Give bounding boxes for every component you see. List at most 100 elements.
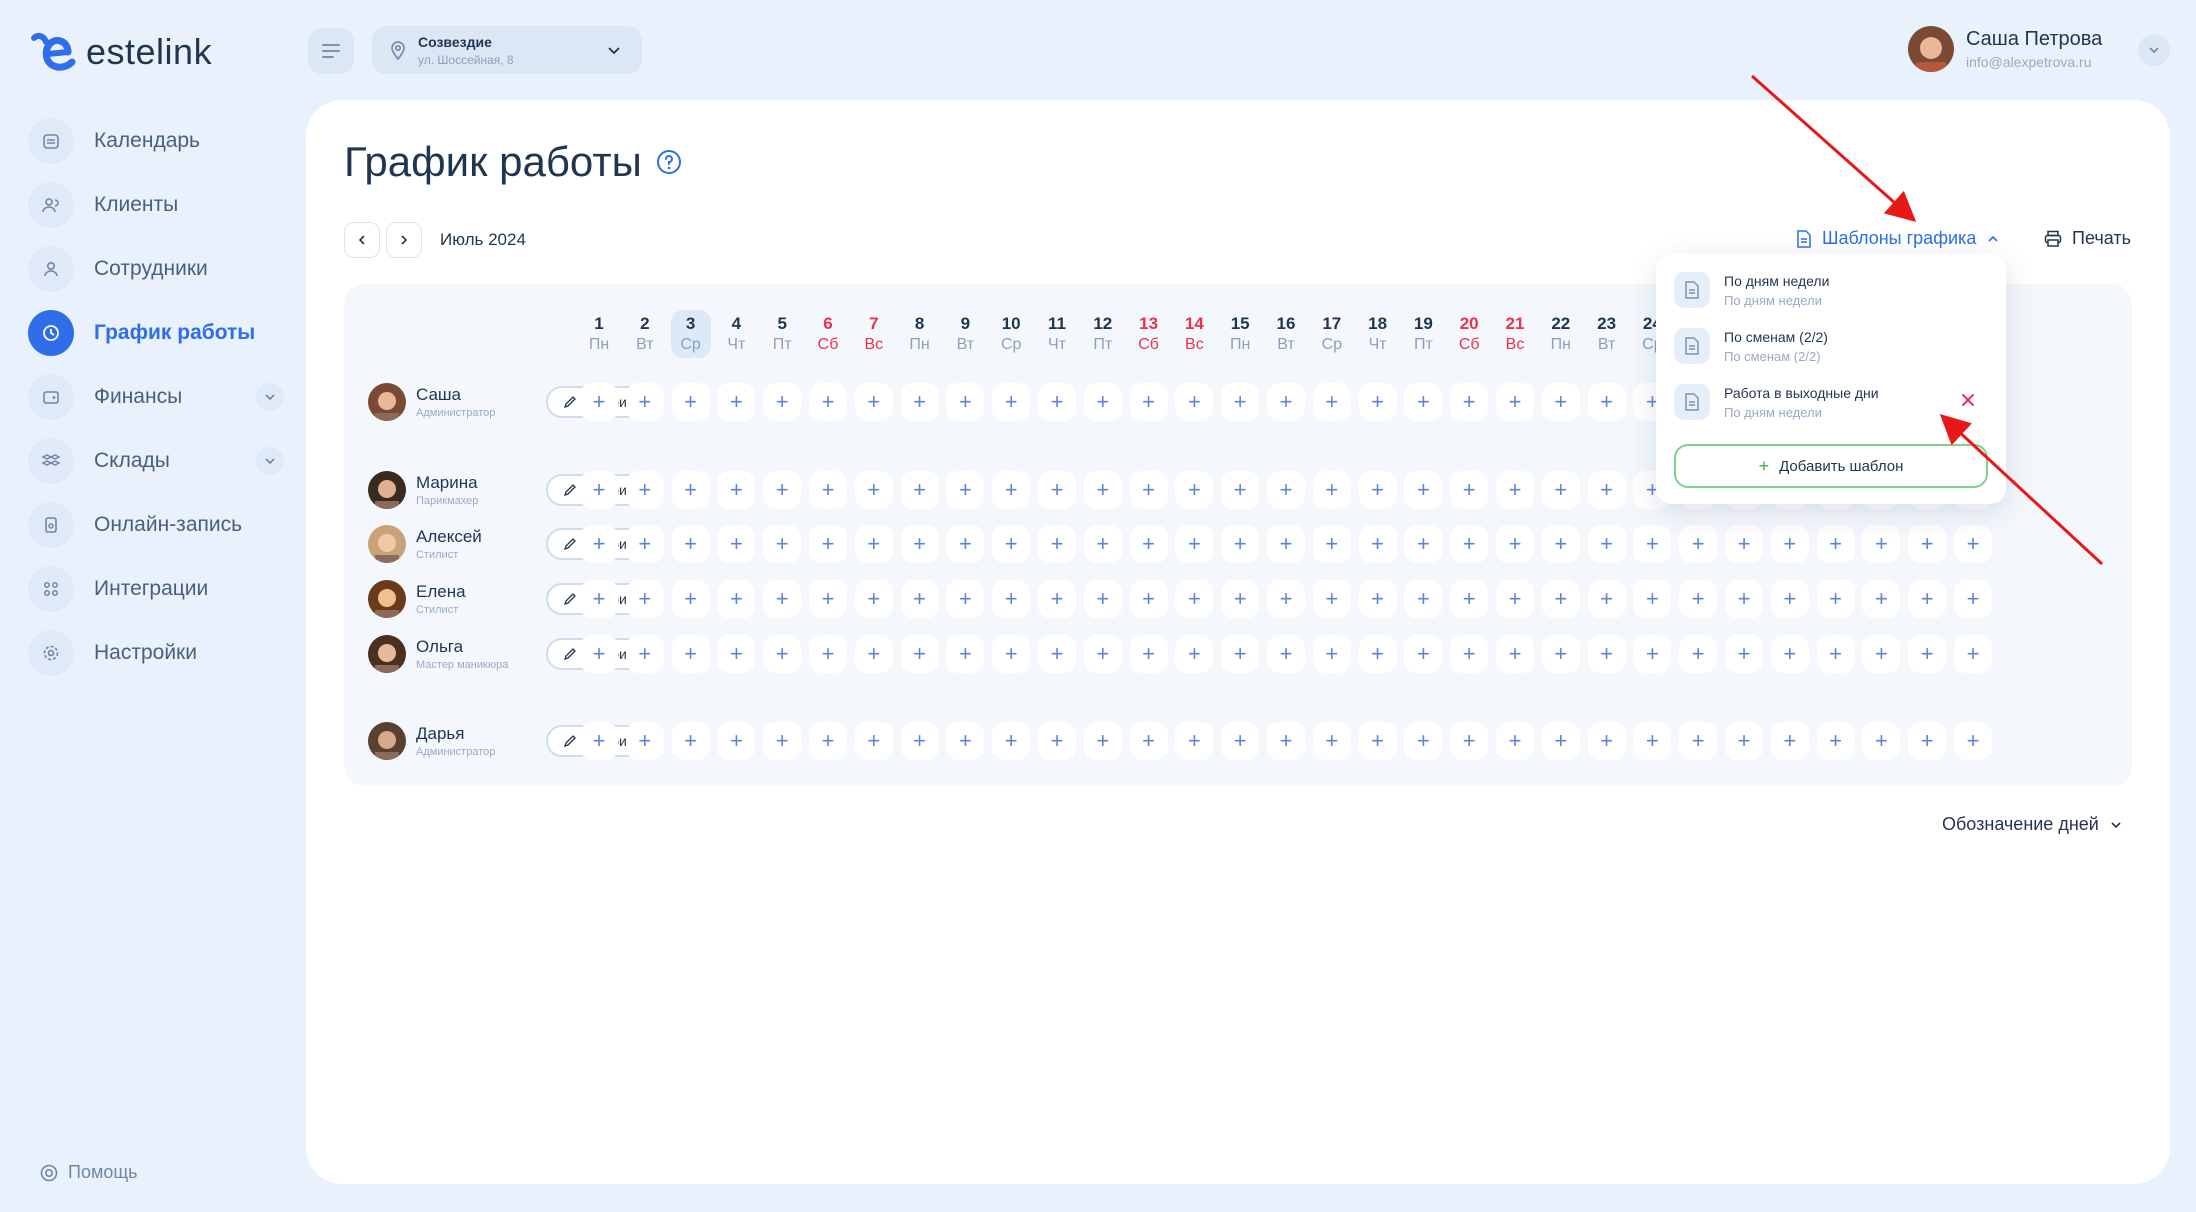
day-cell-add[interactable]: + xyxy=(671,580,710,618)
day-cell-add[interactable]: + xyxy=(1450,471,1489,509)
day-cell-add[interactable]: + xyxy=(1954,635,1992,673)
day-cell-add[interactable]: + xyxy=(1267,525,1305,563)
day-cell-add[interactable]: + xyxy=(1770,580,1809,618)
day-cell-add[interactable]: + xyxy=(900,635,939,673)
day-cell-add[interactable]: + xyxy=(580,580,618,618)
day-cell-add[interactable]: + xyxy=(580,525,618,563)
day-cell-add[interactable]: + xyxy=(717,722,756,760)
day-cell-add[interactable]: + xyxy=(1175,635,1214,673)
day-cell-add[interactable]: + xyxy=(1129,635,1168,673)
day-cell-add[interactable]: + xyxy=(809,471,847,509)
day-cell-add[interactable]: + xyxy=(1175,580,1214,618)
day-cell-add[interactable]: + xyxy=(1358,471,1397,509)
day-cell-add[interactable]: + xyxy=(900,471,939,509)
day-cell-add[interactable]: + xyxy=(1633,525,1672,563)
delete-template-icon[interactable] xyxy=(1960,392,1976,408)
day-cell-add[interactable]: + xyxy=(1129,383,1168,421)
day-cell-add[interactable]: + xyxy=(1221,580,1260,618)
day-cell-add[interactable]: + xyxy=(1541,635,1580,673)
location-select[interactable]: Созвездие ул. Шоссейная, 8 xyxy=(372,26,642,74)
day-cell-add[interactable]: + xyxy=(1038,722,1076,760)
day-cell-add[interactable]: + xyxy=(1404,722,1443,760)
day-cell-add[interactable]: + xyxy=(763,471,802,509)
day-cell-add[interactable]: + xyxy=(992,722,1031,760)
day-cell-add[interactable]: + xyxy=(1954,525,1992,563)
sidebar-item[interactable]: Склады xyxy=(26,436,284,486)
day-cell-add[interactable]: + xyxy=(1496,580,1534,618)
day-cell-add[interactable]: + xyxy=(1908,722,1947,760)
day-cell-add[interactable]: + xyxy=(1175,722,1214,760)
day-cell-add[interactable]: + xyxy=(625,471,664,509)
day-cell-add[interactable]: + xyxy=(671,383,710,421)
day-cell-add[interactable]: + xyxy=(1450,722,1489,760)
day-cell-add[interactable]: + xyxy=(1587,722,1626,760)
day-cell-add[interactable]: + xyxy=(580,383,618,421)
day-cell-add[interactable]: + xyxy=(1954,580,1992,618)
day-cell-add[interactable]: + xyxy=(946,383,985,421)
day-cell-add[interactable]: + xyxy=(763,580,802,618)
sidebar-item[interactable]: Клиенты xyxy=(26,180,284,230)
day-cell-add[interactable]: + xyxy=(1221,635,1260,673)
day-cell-add[interactable]: + xyxy=(900,722,939,760)
day-cell-add[interactable]: + xyxy=(1725,635,1763,673)
day-cell-add[interactable]: + xyxy=(1358,580,1397,618)
day-cell-add[interactable]: + xyxy=(854,525,893,563)
day-cell-add[interactable]: + xyxy=(1496,722,1534,760)
day-cell-add[interactable]: + xyxy=(1038,580,1076,618)
day-cell-add[interactable]: + xyxy=(1770,525,1809,563)
template-item[interactable]: Работа в выходные дни По дням недели xyxy=(1674,378,1988,426)
menu-toggle-button[interactable] xyxy=(308,28,354,74)
day-cell-add[interactable]: + xyxy=(1587,383,1626,421)
sidebar-item[interactable]: График работы xyxy=(26,308,284,358)
user-profile[interactable]: Саша Петрова info@alexpetrova.ru xyxy=(1908,26,2102,72)
day-cell-add[interactable]: + xyxy=(1221,383,1260,421)
day-cell-add[interactable]: + xyxy=(1496,383,1534,421)
day-cell-add[interactable]: + xyxy=(1587,525,1626,563)
day-cell-add[interactable]: + xyxy=(1541,525,1580,563)
day-cell-add[interactable]: + xyxy=(1175,383,1214,421)
day-cell-add[interactable]: + xyxy=(1221,471,1260,509)
day-cell-add[interactable]: + xyxy=(946,471,985,509)
day-cell-add[interactable]: + xyxy=(763,525,802,563)
day-cell-add[interactable]: + xyxy=(580,635,618,673)
day-cell-add[interactable]: + xyxy=(809,383,847,421)
day-cell-add[interactable]: + xyxy=(1450,635,1489,673)
sidebar-item[interactable]: Интеграции xyxy=(26,564,284,614)
day-cell-add[interactable]: + xyxy=(1450,383,1489,421)
day-cell-add[interactable]: + xyxy=(1358,383,1397,421)
help-link[interactable]: Помощь xyxy=(40,1162,138,1183)
day-cell-add[interactable]: + xyxy=(1358,722,1397,760)
question-icon[interactable] xyxy=(656,149,682,175)
day-cell-add[interactable]: + xyxy=(1862,525,1901,563)
day-cell-add[interactable]: + xyxy=(1633,635,1672,673)
day-cell-add[interactable]: + xyxy=(1312,383,1351,421)
day-cell-add[interactable]: + xyxy=(1496,635,1534,673)
day-cell-add[interactable]: + xyxy=(1816,722,1855,760)
day-cell-add[interactable]: + xyxy=(1496,471,1534,509)
day-cell-add[interactable]: + xyxy=(1816,635,1855,673)
day-cell-add[interactable]: + xyxy=(1129,580,1168,618)
day-cell-add[interactable]: + xyxy=(1541,722,1580,760)
day-cell-add[interactable]: + xyxy=(1083,525,1122,563)
day-cell-add[interactable]: + xyxy=(1587,635,1626,673)
day-cell-add[interactable]: + xyxy=(580,722,618,760)
day-cell-add[interactable]: + xyxy=(1541,471,1580,509)
day-cell-add[interactable]: + xyxy=(717,635,756,673)
add-template-button[interactable]: + Добавить шаблон xyxy=(1674,444,1988,488)
day-cell-add[interactable]: + xyxy=(854,383,893,421)
day-cell-add[interactable]: + xyxy=(1679,580,1718,618)
day-cell-add[interactable]: + xyxy=(809,525,847,563)
day-cell-add[interactable]: + xyxy=(1679,525,1718,563)
day-cell-add[interactable]: + xyxy=(763,383,802,421)
day-cell-add[interactable]: + xyxy=(1312,722,1351,760)
day-cell-add[interactable]: + xyxy=(809,722,847,760)
day-cell-add[interactable]: + xyxy=(1770,635,1809,673)
day-cell-add[interactable]: + xyxy=(900,525,939,563)
day-cell-add[interactable]: + xyxy=(854,471,893,509)
sidebar-item[interactable]: Календарь xyxy=(26,116,284,166)
day-cell-add[interactable]: + xyxy=(763,635,802,673)
day-cell-add[interactable]: + xyxy=(1541,580,1580,618)
day-cell-add[interactable]: + xyxy=(992,471,1031,509)
day-cell-add[interactable]: + xyxy=(1312,635,1351,673)
sidebar-item[interactable]: Сотрудники xyxy=(26,244,284,294)
